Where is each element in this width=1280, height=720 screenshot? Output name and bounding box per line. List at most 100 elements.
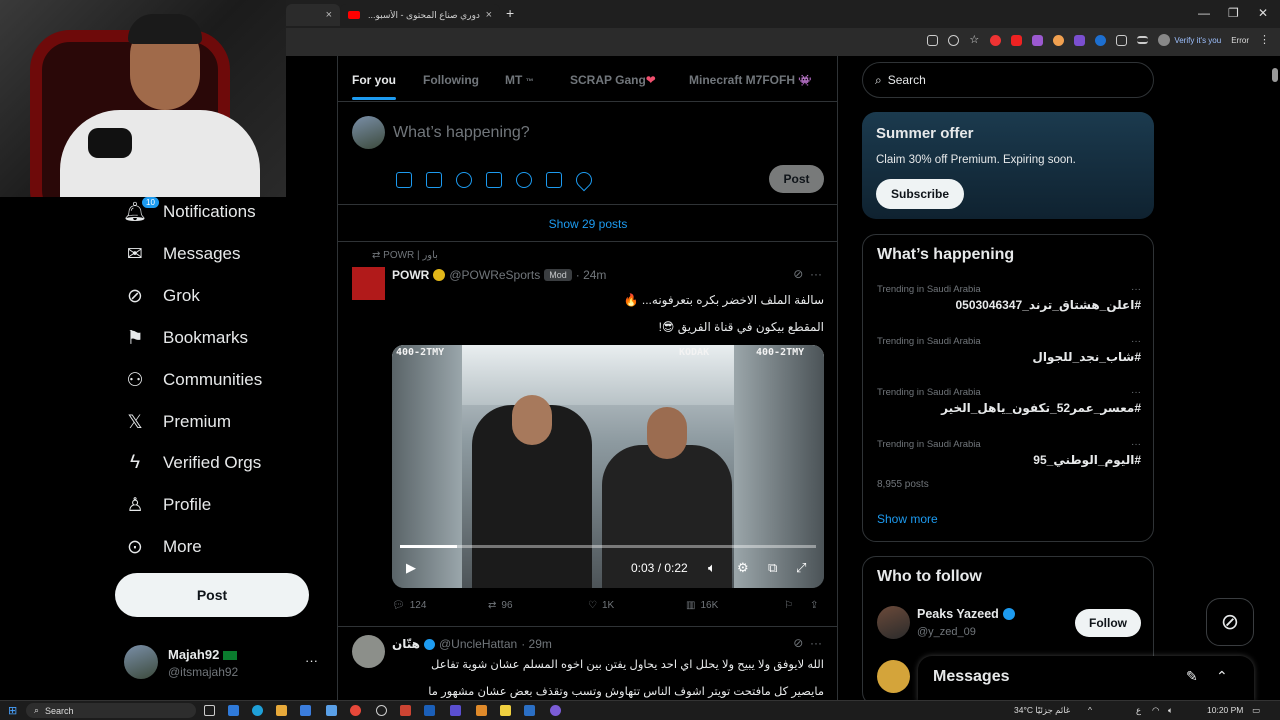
volume-icon[interactable]: 🔈︎ — [1168, 705, 1173, 716]
steam-icon[interactable] — [424, 705, 435, 716]
nav-grok[interactable]: ⊘ Grok — [124, 285, 200, 307]
reply-button[interactable]: 💬︎ 124 — [392, 600, 426, 611]
extension-icon[interactable] — [1011, 34, 1023, 46]
volume-icon[interactable]: 🔈︎ — [708, 560, 716, 576]
repost-button[interactable]: ⇄ 96 — [488, 600, 513, 611]
extensions-puzzle-icon[interactable] — [1116, 34, 1128, 46]
app-icon[interactable] — [326, 705, 337, 716]
app-icon[interactable] — [500, 705, 511, 716]
app-icon[interactable] — [400, 705, 411, 716]
file-explorer-icon[interactable] — [276, 705, 287, 716]
fullscreen-icon[interactable]: ⤢ — [796, 560, 806, 576]
weather-widget[interactable]: 34°C غائم جزئيًا — [1014, 705, 1070, 716]
trend-item[interactable]: Trending in Saudi Arabia ··· #اعلن_هشتاق… — [877, 284, 1141, 312]
app-icon[interactable] — [524, 705, 535, 716]
avatar[interactable] — [877, 660, 910, 693]
bookmark-button[interactable]: ⚐ — [784, 600, 793, 611]
nav-communities[interactable]: ⚇ Communities — [124, 369, 262, 391]
windows-start-icon[interactable]: ⊞ — [8, 704, 17, 717]
tab-close-icon[interactable]: × — [486, 9, 492, 21]
wifi-icon[interactable]: ◠ — [1152, 705, 1159, 716]
more-dots-icon[interactable]: ··· — [1131, 387, 1141, 398]
settings-gear-icon[interactable]: ⚙ — [737, 560, 749, 576]
tab-for-you[interactable]: For you — [352, 73, 396, 100]
tab-close-icon[interactable]: × — [326, 9, 332, 21]
extension-icon[interactable] — [1074, 34, 1086, 46]
show-more-link[interactable]: Show more — [877, 512, 938, 526]
extension-icon[interactable] — [1053, 34, 1065, 46]
tweet-time[interactable]: · 24m — [576, 268, 607, 282]
new-tab-button[interactable]: + — [506, 5, 514, 21]
tweet-time[interactable]: · 29m — [521, 637, 552, 651]
compose-post-button[interactable]: Post — [769, 165, 824, 193]
new-message-icon[interactable]: ✎ — [1186, 668, 1198, 685]
account-switcher[interactable]: Majah92 @itsmajah92 ··· — [124, 645, 324, 681]
like-button[interactable]: ♡ 1K — [588, 600, 614, 611]
search-input[interactable]: ⌕ Search — [862, 62, 1154, 98]
notification-center-icon[interactable]: ▭ — [1252, 705, 1260, 716]
more-dots-icon[interactable]: ··· — [810, 636, 822, 650]
scrollbar-thumb[interactable] — [1272, 68, 1278, 82]
author-name[interactable]: POWR — [392, 268, 429, 282]
nav-verified-orgs[interactable]: ϟ Verified Orgs — [124, 452, 261, 474]
video-player[interactable]: 400-2TMY KODAK 400-2TMY ▶ 0:03 / 0:22 🔈︎… — [392, 345, 824, 588]
tab-mt[interactable]: MT ™ — [505, 73, 534, 87]
screenshot-icon[interactable] — [927, 34, 939, 46]
show-new-posts[interactable]: Show 29 posts — [338, 206, 837, 242]
grok-floating-button[interactable]: ⊘ — [1206, 598, 1254, 646]
obs-icon[interactable] — [376, 705, 387, 716]
avatar[interactable] — [877, 606, 910, 639]
browser-tab-active[interactable]: × — [286, 4, 340, 26]
trend-item[interactable]: Trending in Saudi Arabia ··· #معسر_عمر52… — [877, 387, 1141, 415]
play-icon[interactable]: ▶ — [406, 560, 416, 576]
avatar[interactable] — [352, 267, 385, 300]
messages-drawer[interactable]: Messages ✎ ⌃ — [918, 656, 1254, 702]
tab-scrap-gang[interactable]: SCRAP Gang❤ — [570, 73, 656, 87]
edge-icon[interactable] — [252, 705, 263, 716]
emoji-icon[interactable] — [516, 172, 532, 188]
app-icon[interactable] — [300, 705, 311, 716]
nav-profile[interactable]: ♙ Profile — [124, 494, 211, 516]
tweet[interactable]: ⇄ POWR | باور POWR @POWReSports Mod · 24… — [338, 243, 837, 627]
discord-icon[interactable] — [550, 705, 561, 716]
grok-icon[interactable]: ⊘ — [793, 636, 803, 650]
media-icon[interactable] — [396, 172, 412, 188]
maximize-button[interactable]: ❐ — [1228, 6, 1239, 20]
author-name[interactable]: هتّان — [392, 637, 420, 651]
nav-notifications[interactable]: 🔔︎ 10 Notifications — [123, 197, 256, 223]
follow-button[interactable]: Follow — [1075, 609, 1141, 637]
suggested-user-name-row[interactable]: Peaks Yazeed — [917, 607, 1015, 621]
tweet-menu[interactable]: ⊘ ··· — [793, 636, 822, 650]
avatar[interactable] — [352, 635, 385, 668]
pip-icon[interactable]: ⧉ — [768, 560, 777, 576]
author-handle[interactable]: @UncleHattan — [439, 637, 517, 651]
trend-item[interactable]: Trending in Saudi Arabia ··· #اليوم_الوط… — [877, 439, 1141, 490]
more-dots-icon[interactable]: ··· — [1131, 439, 1141, 450]
clock[interactable]: 10:20 PM — [1207, 705, 1243, 715]
reading-list-icon[interactable] — [1137, 36, 1149, 44]
nav-more[interactable]: ⊙ More — [124, 536, 202, 558]
app-icon[interactable] — [476, 705, 487, 716]
taskbar-search[interactable]: ⌕ Search — [26, 703, 196, 718]
schedule-icon[interactable] — [546, 172, 562, 188]
nav-messages[interactable]: ✉ Messages — [124, 243, 240, 265]
tab-following[interactable]: Following — [423, 73, 479, 87]
task-view-icon[interactable] — [204, 705, 215, 716]
more-dots-icon[interactable]: ··· — [305, 653, 318, 668]
extension-icon[interactable] — [1095, 34, 1107, 46]
video-progress-bar[interactable] — [400, 545, 816, 548]
author-handle[interactable]: @POWReSports — [449, 268, 540, 282]
views-button[interactable]: ▥ 16K — [686, 600, 718, 611]
trend-item[interactable]: Trending in Saudi Arabia ··· #شاب_نجد_لل… — [877, 336, 1141, 364]
tab-minecraft[interactable]: Minecraft M7FOFH 👾 — [689, 73, 812, 87]
share-button[interactable]: ⇪ — [810, 600, 818, 611]
poll-icon[interactable] — [486, 172, 502, 188]
star-icon[interactable]: ☆ — [969, 34, 980, 46]
more-dots-icon[interactable]: ··· — [810, 267, 822, 281]
app-icon[interactable] — [450, 705, 461, 716]
nav-bookmarks[interactable]: ⚑ Bookmarks — [124, 327, 248, 349]
grok-icon[interactable] — [456, 172, 472, 188]
chrome-icon[interactable] — [350, 705, 361, 716]
more-dots-icon[interactable]: ··· — [1131, 336, 1141, 347]
menu-icon[interactable]: ⋮ — [1259, 34, 1270, 46]
